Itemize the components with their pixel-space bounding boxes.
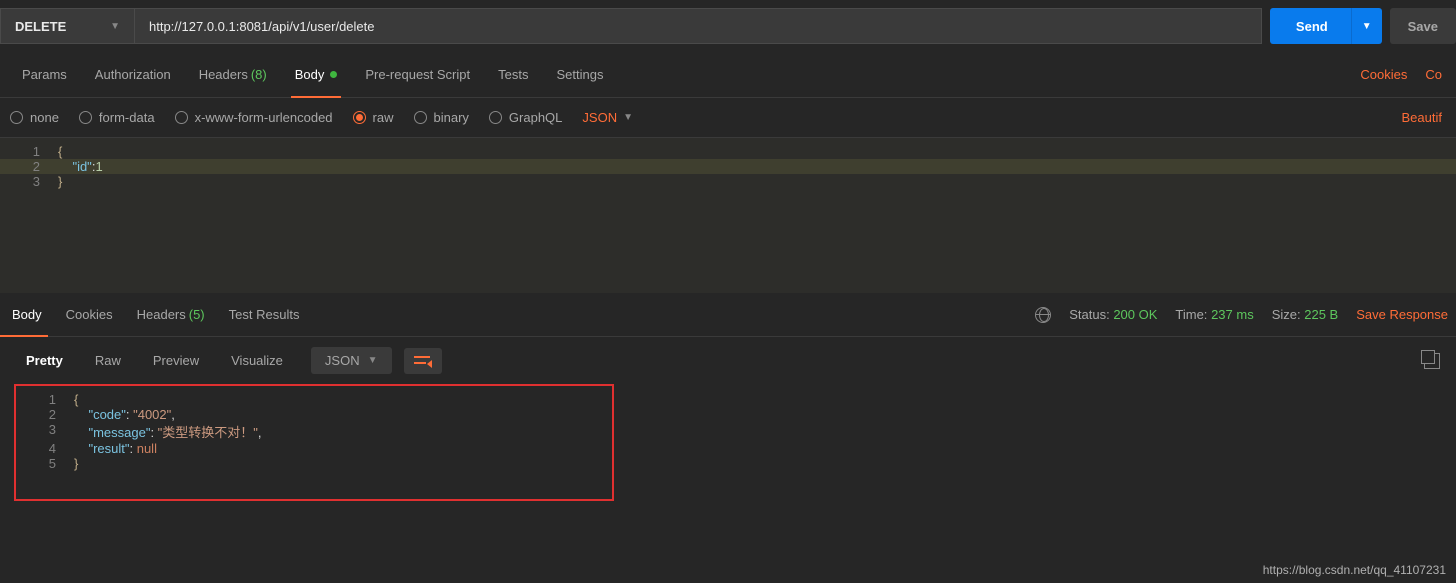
radio-none[interactable]: none	[10, 110, 59, 125]
resp-tab-headers[interactable]: Headers(5)	[125, 293, 217, 337]
body-type-row: none form-data x-www-form-urlencoded raw…	[0, 98, 1456, 138]
radio-raw[interactable]: raw	[353, 110, 394, 125]
tab-tests[interactable]: Tests	[484, 52, 542, 98]
radio-urlencoded[interactable]: x-www-form-urlencoded	[175, 110, 333, 125]
url-input[interactable]: http://127.0.0.1:8081/api/v1/user/delete	[135, 8, 1262, 44]
response-type-select[interactable]: JSON▼	[311, 347, 392, 374]
response-body-editor[interactable]: 1{ 2 "code": "4002", 3 "message": "类型转换不…	[14, 384, 614, 501]
tab-prerequest[interactable]: Pre-request Script	[351, 52, 484, 98]
tab-params[interactable]: Params	[8, 52, 81, 98]
save-button[interactable]: Save	[1390, 8, 1456, 44]
time-label: Time: 237 ms	[1175, 307, 1253, 322]
resp-tab-tests[interactable]: Test Results	[217, 293, 312, 337]
tab-body[interactable]: Body	[281, 52, 352, 98]
footer-watermark: https://blog.csdn.net/qq_41107231	[1263, 563, 1446, 577]
response-toolbar: Pretty Raw Preview Visualize JSON▼	[0, 337, 1456, 384]
radio-icon	[79, 111, 92, 124]
raw-type-select[interactable]: JSON▼	[582, 110, 633, 125]
radio-icon	[10, 111, 23, 124]
chevron-down-icon: ▼	[110, 21, 120, 32]
radio-binary[interactable]: binary	[414, 110, 469, 125]
send-dropdown[interactable]: ▼	[1351, 8, 1382, 44]
copy-area	[1424, 353, 1444, 369]
view-raw[interactable]: Raw	[81, 347, 135, 374]
response-tabs: Body Cookies Headers(5) Test Results Sta…	[0, 293, 1456, 337]
tab-authorization[interactable]: Authorization	[81, 52, 185, 98]
request-body-editor[interactable]: 1{ 2 "id":1 3}	[0, 138, 1456, 293]
copy-icon[interactable]	[1424, 353, 1440, 369]
chevron-down-icon: ▼	[368, 355, 378, 366]
radio-icon	[175, 111, 188, 124]
view-visualize[interactable]: Visualize	[217, 347, 297, 374]
request-tabs: Params Authorization Headers(8) Body Pre…	[0, 52, 1456, 98]
http-method-select[interactable]: DELETE ▼	[0, 8, 135, 44]
radio-icon	[414, 111, 427, 124]
wrap-lines-button[interactable]	[404, 348, 442, 374]
resp-tab-body[interactable]: Body	[0, 293, 54, 337]
method-label: DELETE	[15, 19, 66, 34]
radio-graphql[interactable]: GraphQL	[489, 110, 562, 125]
url-bar: DELETE ▼ http://127.0.0.1:8081/api/v1/us…	[0, 0, 1456, 52]
radio-icon	[489, 111, 502, 124]
tab-settings[interactable]: Settings	[542, 52, 617, 98]
save-response-button[interactable]: Save Response	[1356, 307, 1448, 322]
wrap-icon	[414, 354, 432, 368]
tab-headers[interactable]: Headers(8)	[185, 52, 281, 98]
radio-formdata[interactable]: form-data	[79, 110, 155, 125]
beautify-link[interactable]: Beautif	[1402, 110, 1446, 125]
response-meta: Status: 200 OK Time: 237 ms Size: 225 B …	[1035, 307, 1456, 323]
size-label: Size: 225 B	[1272, 307, 1339, 322]
chevron-down-icon: ▼	[623, 112, 633, 123]
radio-icon	[353, 111, 366, 124]
globe-icon[interactable]	[1035, 307, 1051, 323]
resp-tab-cookies[interactable]: Cookies	[54, 293, 125, 337]
view-preview[interactable]: Preview	[139, 347, 213, 374]
tab-right-links: Cookies Co	[1360, 67, 1448, 82]
send-button[interactable]: Send	[1270, 8, 1354, 44]
view-pretty[interactable]: Pretty	[12, 347, 77, 374]
dot-icon	[330, 71, 337, 78]
cookies-link[interactable]: Cookies	[1360, 67, 1407, 82]
status-label: Status: 200 OK	[1069, 307, 1157, 322]
code-link[interactable]: Co	[1425, 67, 1442, 82]
